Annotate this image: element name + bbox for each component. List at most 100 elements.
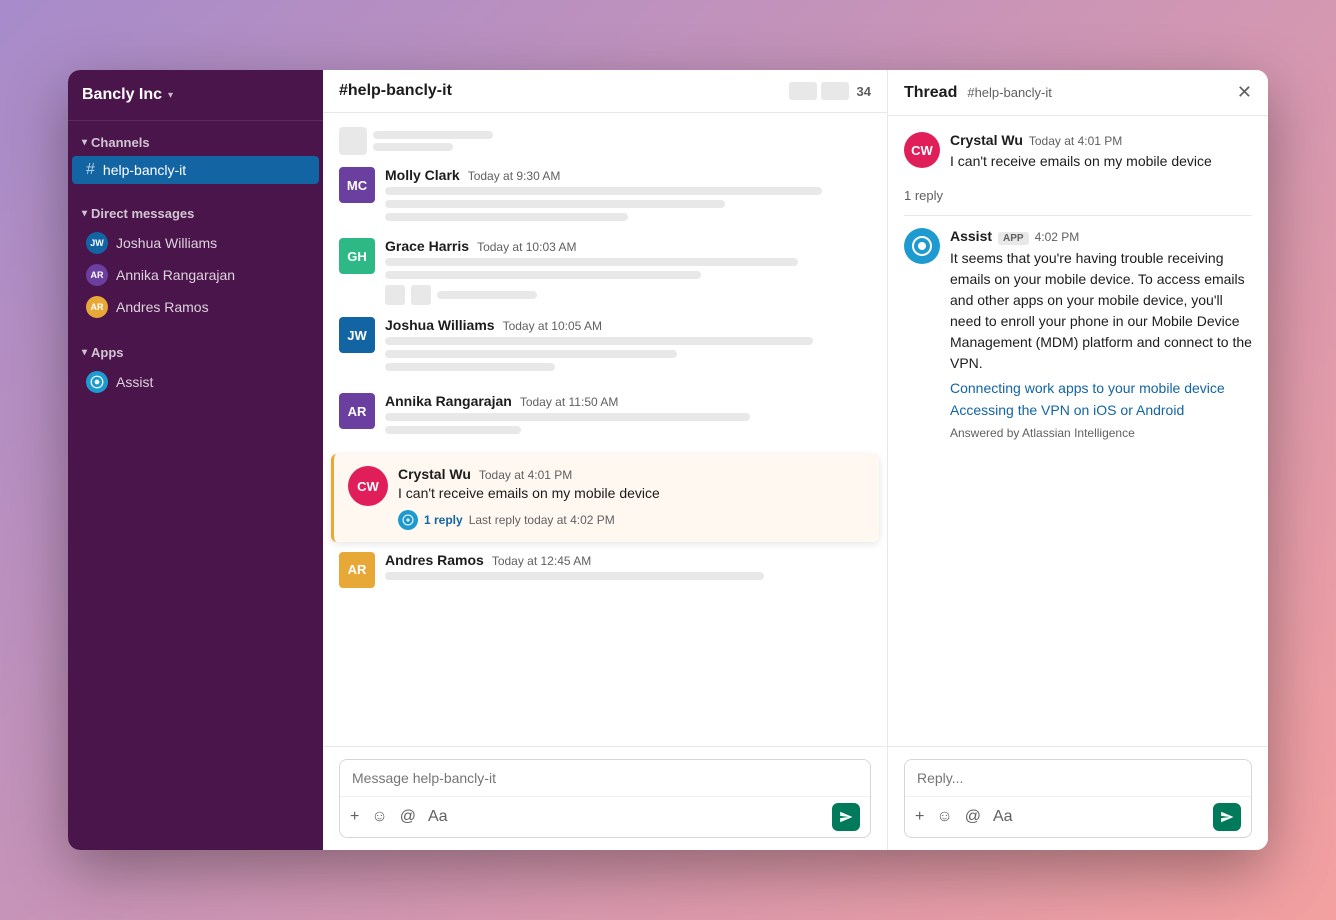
msg-header-andres: Andres Ramos Today at 12:45 AM	[385, 552, 871, 568]
channels-label: Channels	[91, 135, 150, 150]
assist-app-icon	[86, 371, 108, 393]
dm-name-annika: Annika Rangarajan	[116, 267, 235, 283]
header-icons	[789, 82, 849, 100]
message-item-andres: AR Andres Ramos Today at 12:45 AM	[323, 546, 887, 594]
channel-name: help-bancly-it	[103, 162, 186, 178]
apps-label: Apps	[91, 345, 124, 360]
msg-time-molly: Today at 9:30 AM	[468, 169, 561, 183]
thread-msg-assist: Assist APP 4:02 PM It seems that you're …	[904, 228, 1252, 440]
thread-msg-time-assist: 4:02 PM	[1035, 230, 1080, 244]
thread-format-icon[interactable]: Aa	[993, 808, 1013, 826]
thread-channel: #help-bancly-it	[967, 85, 1052, 100]
msg-content-andres: Andres Ramos Today at 12:45 AM	[385, 552, 871, 585]
thread-emoji-icon[interactable]: ☺	[936, 808, 952, 826]
apps-arrow-icon: ▾	[82, 347, 87, 358]
sidebar-item-andres-ramos[interactable]: AR Andres Ramos	[72, 291, 319, 323]
thread-msg-crystal: CW Crystal Wu Today at 4:01 PM I can't r…	[904, 132, 1252, 172]
sidebar-item-help-bancly-it[interactable]: # help-bancly-it	[72, 156, 319, 184]
msg-lines-grace	[385, 258, 871, 279]
avatar-joshua-msg: JW	[339, 317, 375, 353]
avatar-molly: MC	[339, 167, 375, 203]
avatar-grace: GH	[339, 238, 375, 274]
plus-icon[interactable]: +	[350, 808, 359, 826]
msg-line	[385, 258, 798, 266]
msg-line	[385, 363, 555, 371]
channels-header[interactable]: ▾ Channels	[68, 129, 323, 156]
chat-input-box: + ☺ @ Aa	[339, 759, 871, 838]
msg-header-joshua: Joshua Williams Today at 10:05 AM	[385, 317, 871, 333]
chat-input-area: + ☺ @ Aa	[323, 746, 887, 850]
msg-header-molly: Molly Clark Today at 9:30 AM	[385, 167, 871, 183]
msg-time-andres: Today at 12:45 AM	[492, 554, 591, 568]
msg-content-grace: Grace Harris Today at 10:03 AM	[385, 238, 871, 305]
thread-msg-text-crystal: I can't receive emails on my mobile devi…	[950, 151, 1252, 172]
member-count: 34	[857, 84, 871, 99]
avatar-andres: AR	[86, 296, 108, 318]
chat-header: #help-bancly-it 34	[323, 70, 887, 113]
msg-time-grace: Today at 10:03 AM	[477, 240, 576, 254]
avatar-annika-msg: AR	[339, 393, 375, 429]
thread-link-1[interactable]: Connecting work apps to your mobile devi…	[950, 380, 1252, 396]
avatar-joshua: JW	[86, 232, 108, 254]
at-icon[interactable]: @	[400, 808, 416, 826]
sidebar-item-annika-rangarajan[interactable]: AR Annika Rangarajan	[72, 259, 319, 291]
thread-link-2[interactable]: Accessing the VPN on iOS or Android	[950, 402, 1252, 418]
msg-line	[385, 350, 677, 358]
channels-section: ▾ Channels # help-bancly-it	[68, 121, 323, 192]
thread-plus-icon[interactable]: +	[915, 808, 924, 826]
chat-message-input[interactable]	[340, 760, 870, 796]
app-name-assist: Assist	[116, 374, 153, 390]
thread-msg-content-assist: Assist APP 4:02 PM It seems that you're …	[950, 228, 1252, 440]
format-icon[interactable]: Aa	[428, 808, 448, 826]
send-reply-button[interactable]	[1213, 803, 1241, 831]
msg-name-grace: Grace Harris	[385, 238, 469, 254]
dm-section: ▾ Direct messages JW Joshua Williams AR …	[68, 192, 323, 331]
apps-section: ▾ Apps Assist	[68, 331, 323, 406]
avatar-andres-msg: AR	[339, 552, 375, 588]
thread-panel: Thread #help-bancly-it ✕ CW Crystal Wu T…	[888, 70, 1268, 850]
thread-msg-text-assist: It seems that you're having trouble rece…	[950, 248, 1252, 374]
workspace-header[interactable]: Bancly Inc ▾	[68, 70, 323, 121]
chat-header-right: 34	[789, 82, 871, 100]
msg-line	[385, 572, 764, 580]
thread-msg-name-crystal: Crystal Wu	[950, 132, 1023, 148]
msg-name-joshua: Joshua Williams	[385, 317, 495, 333]
msg-header-grace: Grace Harris Today at 10:03 AM	[385, 238, 871, 254]
msg-header-annika: Annika Rangarajan Today at 11:50 AM	[385, 393, 871, 409]
main-chat: #help-bancly-it 34	[323, 70, 888, 850]
thread-reply-count: 1 reply	[904, 188, 1252, 216]
reply-count[interactable]: 1 reply	[424, 513, 463, 527]
thread-avatar-crystal: CW	[904, 132, 940, 168]
send-message-button[interactable]	[832, 803, 860, 831]
sidebar-item-assist[interactable]: Assist	[72, 366, 319, 398]
thread-at-icon[interactable]: @	[965, 808, 981, 826]
thread-msg-content-crystal: Crystal Wu Today at 4:01 PM I can't rece…	[950, 132, 1252, 172]
emoji-icon[interactable]: ☺	[371, 808, 387, 826]
thread-msg-name-assist: Assist	[950, 228, 992, 244]
msg-line	[385, 213, 628, 221]
thread-reply-input[interactable]	[905, 760, 1251, 796]
dm-header[interactable]: ▾ Direct messages	[68, 200, 323, 227]
thread-input-box: + ☺ @ Aa	[904, 759, 1252, 838]
msg-content-joshua: Joshua Williams Today at 10:05 AM	[385, 317, 871, 381]
close-thread-button[interactable]: ✕	[1237, 82, 1252, 103]
msg-line	[385, 337, 813, 345]
msg-text-crystal: I can't receive emails on my mobile devi…	[398, 484, 865, 504]
sidebar-item-joshua-williams[interactable]: JW Joshua Williams	[72, 227, 319, 259]
thread-header: Thread #help-bancly-it ✕	[888, 70, 1268, 116]
msg-lines-annika	[385, 413, 871, 421]
msg-line	[385, 426, 521, 434]
message-item	[323, 121, 887, 161]
sidebar: Bancly Inc ▾ ▾ Channels # help-bancly-it…	[68, 70, 323, 850]
dm-label: Direct messages	[91, 206, 194, 221]
answered-by: Answered by Atlassian Intelligence	[950, 426, 1252, 440]
chat-input-toolbar: + ☺ @ Aa	[340, 796, 870, 837]
thread-messages: CW Crystal Wu Today at 4:01 PM I can't r…	[888, 116, 1268, 746]
app-window: Bancly Inc ▾ ▾ Channels # help-bancly-it…	[68, 70, 1268, 850]
msg-line	[385, 413, 750, 421]
thread-msg-time-crystal: Today at 4:01 PM	[1029, 134, 1122, 148]
msg-content-annika: Annika Rangarajan Today at 11:50 AM	[385, 393, 871, 444]
dm-name-andres: Andres Ramos	[116, 299, 209, 315]
thread-input-area: + ☺ @ Aa	[888, 746, 1268, 850]
apps-header[interactable]: ▾ Apps	[68, 339, 323, 366]
